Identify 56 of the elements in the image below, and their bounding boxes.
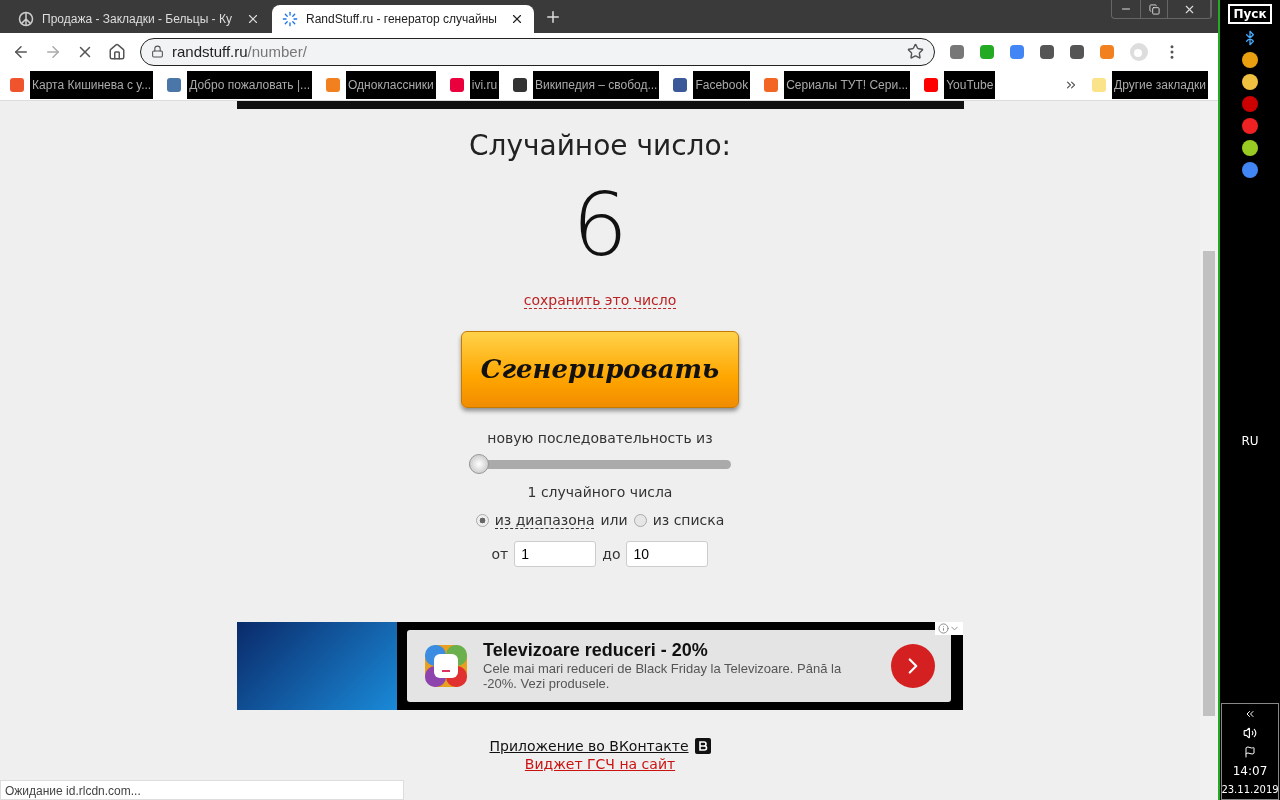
app-icon[interactable]: [1242, 162, 1258, 178]
generate-button[interactable]: Сгенерировать: [461, 330, 739, 408]
close-icon[interactable]: [246, 12, 260, 26]
ad-arrow-button[interactable]: [891, 643, 935, 688]
heading: Случайное число:: [468, 129, 732, 162]
count-slider[interactable]: [469, 453, 731, 476]
scrollbar[interactable]: [1200, 101, 1218, 800]
or-text: или: [600, 512, 628, 529]
peace-symbol-icon: [18, 11, 34, 27]
address-bar[interactable]: randstuff.ru/number/: [140, 37, 935, 66]
close-icon[interactable]: [510, 12, 524, 26]
folder-icon: [1092, 78, 1107, 92]
app-icon[interactable]: [1242, 52, 1258, 68]
extension-icon[interactable]: [1009, 43, 1025, 60]
clock-time: 14:07: [1232, 764, 1268, 778]
home-icon[interactable]: [108, 42, 126, 61]
app-icon[interactable]: [1242, 140, 1258, 156]
browser-tab[interactable]: RandStuff.ru - генератор случайны: [272, 5, 534, 33]
url-text: randstuff.ru/number/: [172, 43, 307, 60]
lock-icon: [151, 45, 164, 58]
status-bar: Ожидание id.rlcdn.com...: [0, 780, 404, 800]
tab-title: Продажа - Закладки - Бельцы - Ку: [42, 12, 233, 26]
from-field[interactable]: 1: [514, 540, 597, 567]
radio-label[interactable]: из диапазона: [494, 511, 595, 529]
tv-logo-icon: [423, 642, 469, 689]
clock-date: 23.11.2019: [1221, 784, 1279, 795]
star-icon[interactable]: [907, 43, 924, 60]
to-label: до: [602, 545, 621, 562]
app-icon[interactable]: [1242, 74, 1258, 90]
ad-title: Televizoare reduceri - 20%: [483, 640, 709, 662]
widget-link[interactable]: Виджет ГСЧ на сайт: [524, 755, 676, 772]
vk-icon: [694, 737, 711, 754]
from-label: от: [491, 545, 509, 562]
flag-icon[interactable]: [1244, 746, 1256, 758]
radio-label[interactable]: из списка: [652, 512, 725, 529]
vk-app-link[interactable]: Приложение во ВКонтакте: [489, 737, 689, 754]
tab-title: RandStuff.ru - генератор случайны: [306, 12, 498, 26]
browser-tab[interactable]: Продажа - Закладки - Бельцы - Ку: [8, 5, 270, 33]
save-link[interactable]: сохранить это число: [523, 291, 677, 309]
volume-icon[interactable]: [1243, 726, 1257, 740]
extension-icon[interactable]: [1069, 43, 1085, 60]
extension-icon[interactable]: [949, 43, 965, 60]
random-number: 6: [572, 172, 628, 278]
ad-banner[interactable]: Televizoare reduceri - 20% Cele mai mari reduceri de Black Friday la Televizoare. Până la -20%. Vezi produsele.: [237, 621, 963, 710]
slider-thumb[interactable]: [469, 453, 489, 474]
radio-button[interactable]: [633, 513, 647, 527]
count-label: 1 случайного числа: [527, 483, 673, 500]
start-button[interactable]: Пуск: [1228, 4, 1272, 24]
radio-button[interactable]: [475, 513, 489, 527]
to-field[interactable]: 10: [626, 540, 709, 567]
extension-icon[interactable]: [1039, 43, 1055, 60]
chevrons-icon[interactable]: [1244, 708, 1256, 720]
ad-description: Cele mai mari reduceri de Black Friday la Televizoare. Până la -20%. Vezi produsele.: [483, 661, 843, 692]
extension-icon[interactable]: [979, 43, 995, 60]
sequence-label: новую последовательность из: [487, 429, 713, 446]
language-indicator[interactable]: RU: [1241, 433, 1259, 448]
